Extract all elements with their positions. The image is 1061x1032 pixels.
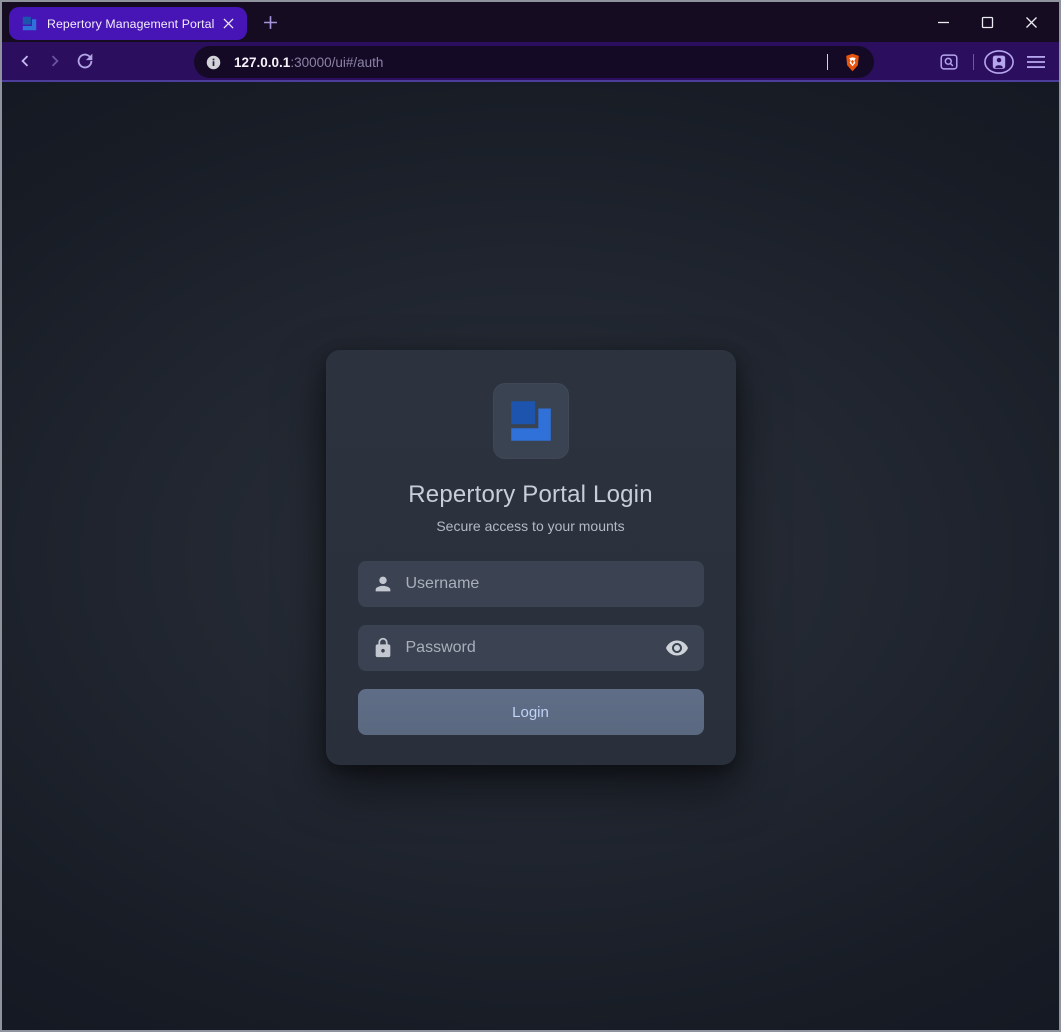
- site-favicon-icon: [21, 15, 38, 32]
- url-path: :30000/ui#/auth: [290, 55, 383, 70]
- profile-button[interactable]: [983, 47, 1015, 77]
- maximize-button[interactable]: [965, 2, 1009, 42]
- sidebar-search-icon[interactable]: [934, 47, 964, 77]
- url-host: 127.0.0.1: [234, 55, 290, 70]
- login-card: Repertory Portal Login Secure access to …: [326, 350, 736, 765]
- reload-button[interactable]: [70, 46, 100, 76]
- password-input[interactable]: [406, 639, 664, 657]
- username-field-row: [358, 561, 704, 607]
- urlbar-divider: [827, 54, 828, 70]
- person-icon: [372, 573, 394, 595]
- browser-toolbar: 127.0.0.1:30000/ui#/auth: [2, 42, 1059, 82]
- toolbar-divider: [973, 54, 974, 70]
- tab-strip: Repertory Management Portal: [2, 2, 1059, 42]
- site-info-icon[interactable]: [200, 49, 226, 75]
- lock-icon: [372, 637, 394, 659]
- close-window-button[interactable]: [1009, 2, 1053, 42]
- toolbar-right-icons: [934, 42, 1051, 82]
- new-tab-button[interactable]: [257, 9, 283, 35]
- back-button[interactable]: [10, 46, 40, 76]
- window-controls: [921, 2, 1053, 42]
- page-content: Repertory Portal Login Secure access to …: [2, 82, 1059, 1030]
- page-title: Repertory Portal Login: [408, 481, 653, 509]
- brave-shield-icon[interactable]: [840, 50, 864, 74]
- app-logo-icon: [493, 383, 569, 459]
- login-button[interactable]: Login: [358, 689, 704, 735]
- forward-button[interactable]: [40, 46, 70, 76]
- login-form: Login: [358, 561, 704, 735]
- url-text: 127.0.0.1:30000/ui#/auth: [234, 55, 815, 70]
- password-field-row: [358, 625, 704, 671]
- browser-tab[interactable]: Repertory Management Portal: [9, 7, 247, 40]
- address-bar[interactable]: 127.0.0.1:30000/ui#/auth: [194, 46, 874, 78]
- username-input[interactable]: [406, 575, 690, 593]
- menu-icon[interactable]: [1021, 47, 1051, 77]
- tab-title: Repertory Management Portal: [47, 17, 219, 31]
- page-subtitle: Secure access to your mounts: [436, 518, 624, 534]
- minimize-button[interactable]: [921, 2, 965, 42]
- toggle-password-visibility-icon[interactable]: [664, 635, 690, 661]
- tab-close-icon[interactable]: [219, 15, 237, 33]
- browser-window: Repertory Management Portal: [0, 0, 1061, 1032]
